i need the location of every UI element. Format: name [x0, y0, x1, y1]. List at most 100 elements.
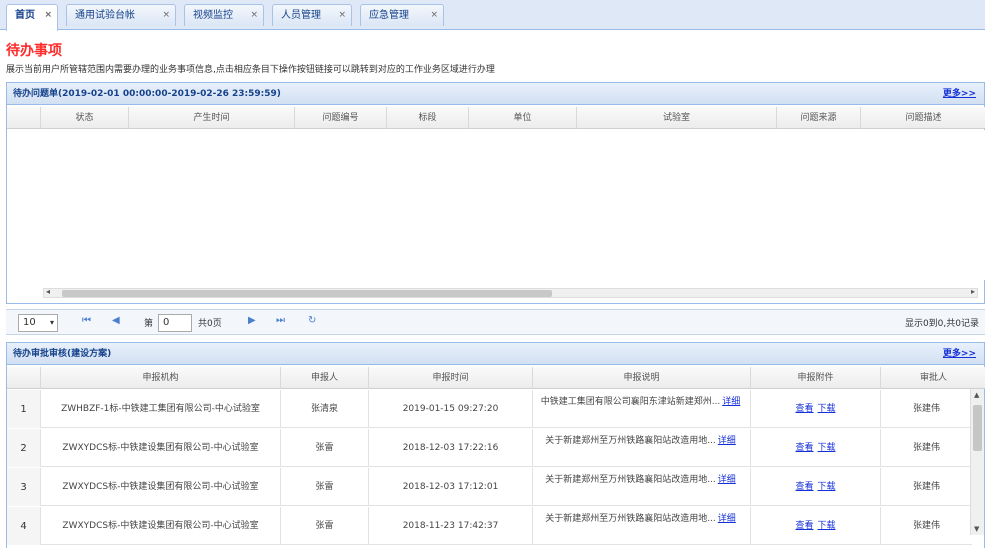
grid-header: 状态 产生时间 问题编号 标段 单位 试验室 问题来源 问题描述 [7, 107, 985, 129]
download-link[interactable]: 下载 [818, 442, 836, 455]
table-row[interactable]: 3 ZWXYDCS标-中铁建设集团有限公司-中心试验室 张雷 2018-12-0… [7, 468, 972, 506]
desc-cell: 关于新建郑州至万州铁路襄阳站改造用地... 详细 [533, 429, 751, 467]
scroll-right-icon[interactable]: ▸ [971, 287, 975, 296]
row-number: 1 [7, 390, 41, 428]
more-link[interactable]: 更多>> [943, 343, 976, 365]
desc-text: 关于新建郑州至万州铁路襄阳站改造用地... [545, 514, 716, 524]
close-icon[interactable]: × [338, 5, 346, 26]
column-header[interactable]: 试验室 [577, 107, 777, 129]
org-cell: ZWXYDCS标-中铁建设集团有限公司-中心试验室 [41, 507, 281, 545]
attachment-cell: 查看 下载 [751, 390, 881, 428]
download-link[interactable]: 下载 [818, 520, 836, 533]
approvals-panel: 待办审批审核(建设方案) 更多>> 申报机构 申报人 申报时间 申报说明 申报附… [6, 342, 985, 548]
time-cell: 2019-01-15 09:27:20 [369, 390, 533, 428]
close-icon[interactable]: × [44, 5, 52, 26]
row-number-header [7, 367, 41, 389]
row-number: 3 [7, 468, 41, 506]
problems-panel: 待办问题单(2019-02-01 00:00:00-2019-02-26 23:… [6, 82, 985, 304]
page-size-select[interactable]: 10 ▾ [18, 314, 58, 332]
scrollbar-thumb[interactable] [62, 290, 552, 297]
table-row[interactable]: 1 ZWHBZF-1标-中铁建工集团有限公司-中心试验室 张清泉 2019-01… [7, 390, 972, 428]
row-number: 2 [7, 429, 41, 467]
page-size-value: 10 [23, 317, 36, 328]
first-page-icon[interactable]: ⏮ [82, 315, 91, 326]
column-header[interactable]: 问题描述 [861, 107, 985, 129]
horizontal-scrollbar[interactable]: ◂ ▸ [43, 287, 978, 298]
row-number: 4 [7, 507, 41, 545]
column-header[interactable]: 申报机构 [41, 367, 281, 389]
panel-title: 待办问题单(2019-02-01 00:00:00-2019-02-26 23:… [13, 89, 281, 99]
table-row[interactable]: 4 ZWXYDCS标-中铁建设集团有限公司-中心试验室 张雷 2018-11-2… [7, 507, 972, 545]
prev-page-icon[interactable]: ◀ [112, 315, 120, 326]
close-icon[interactable]: × [162, 5, 170, 26]
desc-cell: 关于新建郑州至万州铁路襄阳站改造用地... 详细 [533, 507, 751, 545]
page-title: 待办事项 [6, 43, 62, 59]
person-cell: 张雷 [281, 507, 369, 545]
more-link[interactable]: 更多>> [943, 83, 976, 105]
tab-personnel[interactable]: 人员管理 × [272, 4, 352, 26]
person-cell: 张清泉 [281, 390, 369, 428]
column-header[interactable]: 申报说明 [533, 367, 751, 389]
view-link[interactable]: 查看 [795, 442, 813, 455]
column-header[interactable]: 审批人 [881, 367, 985, 389]
next-page-icon[interactable]: ▶ [248, 315, 256, 326]
scroll-down-icon[interactable]: ▼ [974, 525, 979, 533]
page-description: 展示当前用户所管辖范围内需要办理的业务事项信息,点击相应条目下操作按钮链接可以跳… [6, 65, 495, 75]
column-header[interactable]: 申报人 [281, 367, 369, 389]
tab-label: 应急管理 [369, 10, 409, 21]
total-pages-label: 共0页 [198, 319, 222, 329]
detail-link[interactable]: 详细 [718, 436, 736, 446]
desc-text: 关于新建郑州至万州铁路襄阳站改造用地... [545, 475, 716, 485]
column-header[interactable]: 状态 [41, 107, 129, 129]
pagination-info: 显示0到0,共0记录 [904, 319, 979, 329]
tab-label: 视频监控 [193, 10, 233, 21]
org-cell: ZWXYDCS标-中铁建设集团有限公司-中心试验室 [41, 468, 281, 506]
tab-label: 首页 [15, 10, 35, 21]
tab-label: 通用试验台帐 [75, 10, 135, 21]
column-header[interactable]: 问题来源 [777, 107, 861, 129]
tab-home[interactable]: 首页 × [6, 4, 58, 31]
person-cell: 张雷 [281, 468, 369, 506]
panel-header: 待办审批审核(建设方案) 更多>> [7, 343, 984, 365]
time-cell: 2018-11-23 17:42:37 [369, 507, 533, 545]
detail-link[interactable]: 详细 [718, 514, 736, 524]
download-link[interactable]: 下载 [818, 481, 836, 494]
column-header[interactable]: 标段 [387, 107, 469, 129]
view-link[interactable]: 查看 [795, 481, 813, 494]
tab-video-monitor[interactable]: 视频监控 × [184, 4, 264, 26]
vertical-scrollbar[interactable]: ▲ ▼ [970, 389, 984, 535]
tab-label: 人员管理 [281, 10, 321, 21]
view-link[interactable]: 查看 [795, 403, 813, 416]
close-icon[interactable]: × [430, 5, 438, 26]
chevron-down-icon: ▾ [49, 318, 54, 327]
page-number-input[interactable]: 0 [158, 314, 192, 332]
desc-text: 关于新建郑州至万州铁路襄阳站改造用地... [545, 436, 716, 446]
detail-link[interactable]: 详细 [718, 475, 736, 485]
detail-link[interactable]: 详细 [722, 397, 740, 407]
refresh-icon[interactable]: ↻ [308, 315, 316, 326]
column-header[interactable]: 申报时间 [369, 367, 533, 389]
page-label: 第 [144, 319, 154, 329]
close-icon[interactable]: × [250, 5, 258, 26]
column-header[interactable]: 申报附件 [751, 367, 881, 389]
column-header[interactable]: 单位 [469, 107, 577, 129]
attachment-cell: 查看 下载 [751, 468, 881, 506]
view-link[interactable]: 查看 [795, 520, 813, 533]
download-link[interactable]: 下载 [818, 403, 836, 416]
desc-cell: 关于新建郑州至万州铁路襄阳站改造用地... 详细 [533, 468, 751, 506]
attachment-cell: 查看 下载 [751, 429, 881, 467]
approver-cell: 张建伟 [912, 481, 940, 492]
table-row[interactable]: 2 ZWXYDCS标-中铁建设集团有限公司-中心试验室 张雷 2018-12-0… [7, 429, 972, 467]
column-header[interactable]: 产生时间 [129, 107, 295, 129]
column-header[interactable]: 问题编号 [295, 107, 387, 129]
scrollbar-thumb[interactable] [973, 405, 982, 451]
time-cell: 2018-12-03 17:12:01 [369, 468, 533, 506]
scroll-up-icon[interactable]: ▲ [974, 391, 979, 399]
grid-body [7, 130, 985, 280]
panel-title: 待办审批审核(建设方案) [13, 349, 112, 359]
scroll-left-icon[interactable]: ◂ [46, 287, 50, 296]
tab-emergency[interactable]: 应急管理 × [360, 4, 444, 26]
last-page-icon[interactable]: ⏭ [276, 315, 285, 326]
tab-general-test-ledger[interactable]: 通用试验台帐 × [66, 4, 176, 26]
tab-bar: 首页 × 通用试验台帐 × 视频监控 × 人员管理 × 应急管理 × [0, 0, 985, 31]
